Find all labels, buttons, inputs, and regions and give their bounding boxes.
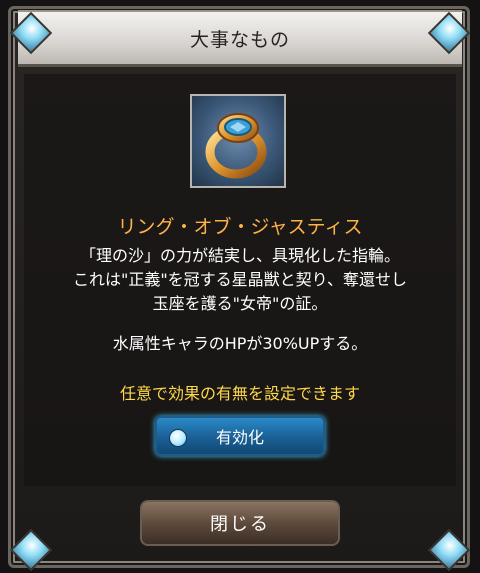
toggle-label: 有効化 — [215, 428, 264, 447]
toggle-indicator-icon — [169, 429, 187, 447]
close-button-label: 閉じる — [210, 514, 270, 535]
item-description-line: 「理の沙」の力が結実し、具現化した指輪。 — [79, 246, 400, 265]
close-button[interactable]: 閉じる — [140, 500, 340, 546]
dialog-title-bar: 大事なもの — [18, 10, 462, 67]
item-effect-text: 水属性キャラのHPが30%UPする。 — [112, 334, 368, 353]
enable-toggle-button[interactable]: 有効化 — [155, 416, 325, 456]
item-name: リング・オブ・ジャスティス — [117, 216, 363, 238]
dialog-title: 大事なもの — [189, 28, 290, 51]
effect-setting-note: 任意で効果の有無を設定できます — [119, 384, 360, 403]
item-image-frame — [190, 94, 286, 188]
item-description: 「理の沙」の力が結実し、具現化した指輪。 これは"正義"を冠する星晶獣と契り、奪… — [0, 244, 480, 316]
item-description-line: これは"正義"を冠する星晶獣と契り、奪還せし — [72, 270, 408, 289]
ring-icon — [205, 113, 267, 179]
item-description-line: 玉座を護る"女帝"の証。 — [152, 294, 328, 313]
